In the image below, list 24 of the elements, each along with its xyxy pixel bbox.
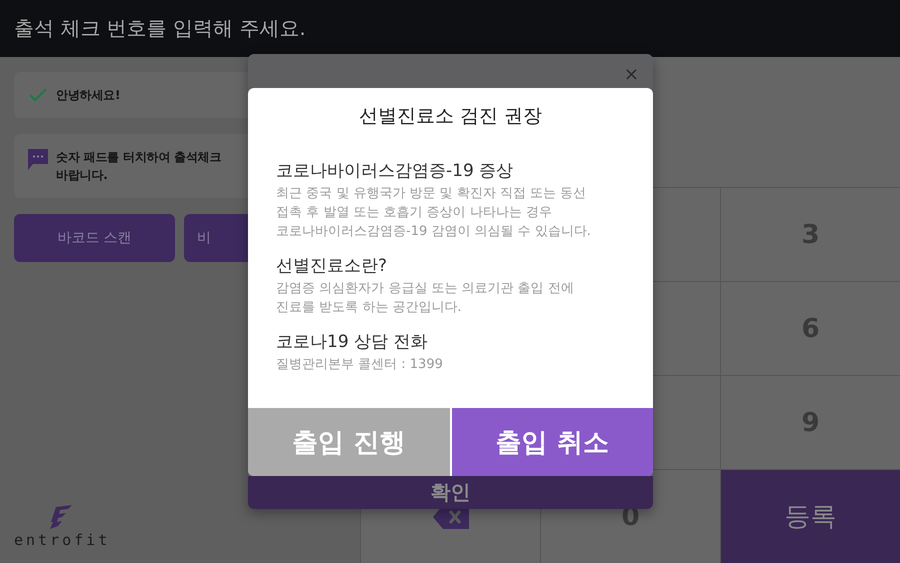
section-text: 접촉 후 발열 또는 호흡기 증상이 나타나는 경우 xyxy=(276,204,553,222)
proceed-entry-button[interactable]: 출입 진행 xyxy=(248,408,450,476)
message-text: 숫자 패드를 터치하여 출석체크 xyxy=(56,149,222,166)
action-button[interactable]: 바코드 스캔 xyxy=(14,214,175,262)
chat-icon xyxy=(28,149,48,170)
cancel-entry-button[interactable]: 출입 취소 xyxy=(450,408,653,476)
message-text: 바랍니다. xyxy=(56,167,109,184)
confirm-button[interactable]: 확인 xyxy=(248,476,653,509)
logo-icon xyxy=(48,505,74,531)
section-text: 감염증 의심환자가 응급실 또는 의료기관 출입 전에 xyxy=(276,280,575,298)
section-heading: 선별진료소란? xyxy=(276,255,388,277)
section-text: 최근 중국 및 유행국가 방문 및 확진자 직접 또는 동선 xyxy=(276,185,588,203)
section-heading: 코로나19 상담 전화 xyxy=(276,331,428,353)
dialog-title: 선별진료소 검진 권장 xyxy=(358,104,544,128)
message-text: 안녕하세요! xyxy=(56,87,120,104)
close-button[interactable]: × xyxy=(624,64,639,85)
logo-text: entrofit xyxy=(14,531,110,549)
page-title: 출석 체크 번호를 입력해 주세요. xyxy=(14,15,306,42)
section-text: 질병관리본부 콜센터 : 1399 xyxy=(276,356,444,374)
section-text: 코로나바이러스감염증-19 감염이 의심될 수 있습니다. xyxy=(276,223,592,241)
section-text: 진료를 받도록 하는 공간입니다. xyxy=(276,299,463,317)
section-heading: 코로나바이러스감염증-19 증상 xyxy=(276,160,514,182)
register-button[interactable]: 등록 xyxy=(720,470,900,563)
check-icon xyxy=(28,87,48,103)
